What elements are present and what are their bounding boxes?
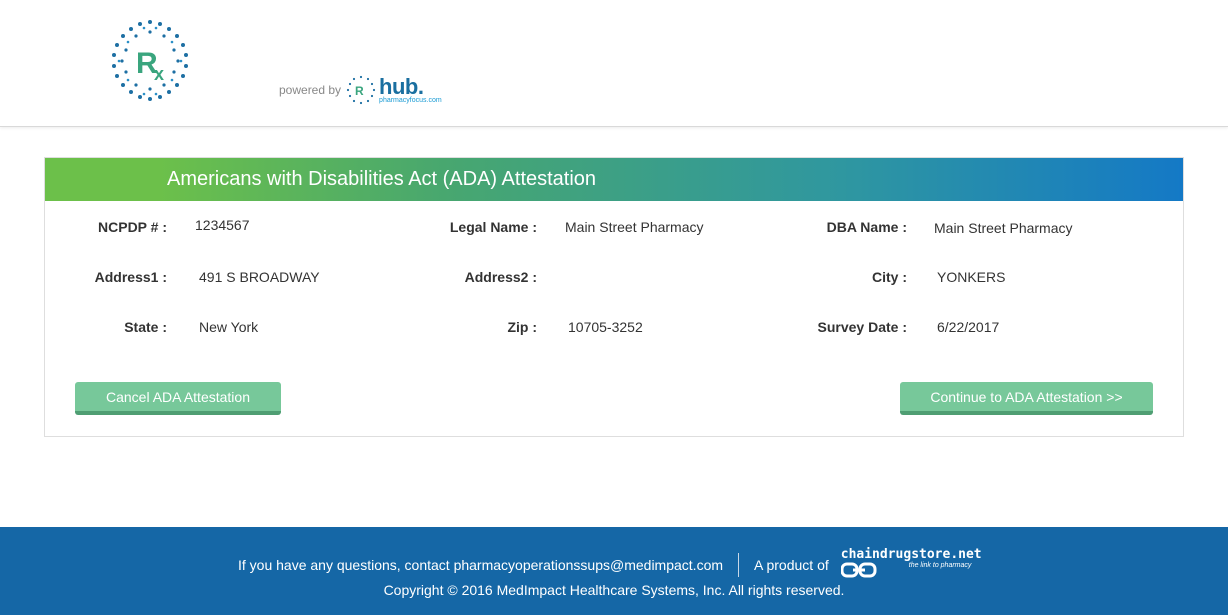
- zip-label: Zip :: [507, 319, 537, 335]
- ncpdp-label: NCPDP # :: [98, 219, 167, 235]
- survey-date-label: Survey Date :: [817, 319, 907, 335]
- legal-name-value: Main Street Pharmacy: [565, 219, 704, 235]
- dba-name-value: Main Street Pharmacy: [934, 220, 1073, 236]
- survey-date-value: 6/22/2017: [937, 319, 1000, 335]
- legal-name-label: Legal Name :: [449, 219, 537, 235]
- footer-contact-row: If you have any questions, contact pharm…: [238, 547, 989, 583]
- cancel-ada-attestation-button[interactable]: Cancel ADA Attestation: [75, 382, 281, 415]
- chaindrugstore-tagline: the link to pharmacy: [908, 562, 972, 569]
- info-row: Address1 : 491 S BROADWAY Address2 : Cit…: [45, 269, 1183, 293]
- address1-value: 491 S BROADWAY: [199, 269, 320, 285]
- chaindrugstore-name: chaindrugstore.net: [840, 547, 982, 562]
- product-of-label: A product of: [754, 557, 829, 573]
- state-value: New York: [199, 319, 259, 335]
- hub-logo-word: hub.: [379, 74, 424, 99]
- rx-globe-logo-icon[interactable]: R x: [106, 16, 194, 106]
- svg-text:R: R: [355, 84, 364, 98]
- panel-title: Americans with Disabilities Act (ADA) At…: [167, 168, 597, 190]
- ada-attestation-panel: Americans with Disabilities Act (ADA) At…: [44, 157, 1184, 437]
- app-header: R x powered by R hub. pharmacyfocus.com: [0, 0, 1228, 127]
- app-footer: If you have any questions, contact pharm…: [0, 527, 1228, 615]
- continue-ada-attestation-button[interactable]: Continue to ADA Attestation >>: [900, 382, 1153, 415]
- hub-logo-icon: R: [345, 74, 377, 106]
- address2-label: Address2 :: [464, 269, 537, 285]
- svg-text:x: x: [154, 64, 164, 84]
- city-label: City :: [872, 269, 907, 285]
- chain-link-icon: [840, 562, 877, 578]
- zip-value: 10705-3252: [568, 319, 643, 335]
- ncpdp-value: 1234567: [195, 217, 250, 233]
- copyright-text: Copyright © 2016 MedImpact Healthcare Sy…: [383, 582, 845, 598]
- panel-header: Americans with Disabilities Act (ADA) At…: [45, 158, 1183, 201]
- chaindrugstore-logo[interactable]: chaindrugstore.net the link to pharmacy: [840, 547, 989, 583]
- powered-by-hub: powered by R hub. pharmacyfocus.com: [279, 74, 442, 106]
- info-row: State : New York Zip : 10705-3252 Survey…: [45, 319, 1183, 343]
- state-label: State :: [124, 319, 167, 335]
- dba-name-label: DBA Name :: [826, 219, 907, 235]
- hub-logo-text: hub. pharmacyfocus.com: [379, 74, 442, 105]
- city-value: YONKERS: [937, 269, 1006, 285]
- info-row: NCPDP # : 1234567 Legal Name : Main Stre…: [45, 217, 1183, 243]
- contact-text: If you have any questions, contact pharm…: [238, 557, 724, 573]
- powered-by-label: powered by: [279, 83, 342, 97]
- address1-label: Address1 :: [94, 269, 167, 285]
- hub-logo-sub: pharmacyfocus.com: [379, 97, 442, 104]
- footer-divider: [738, 553, 740, 577]
